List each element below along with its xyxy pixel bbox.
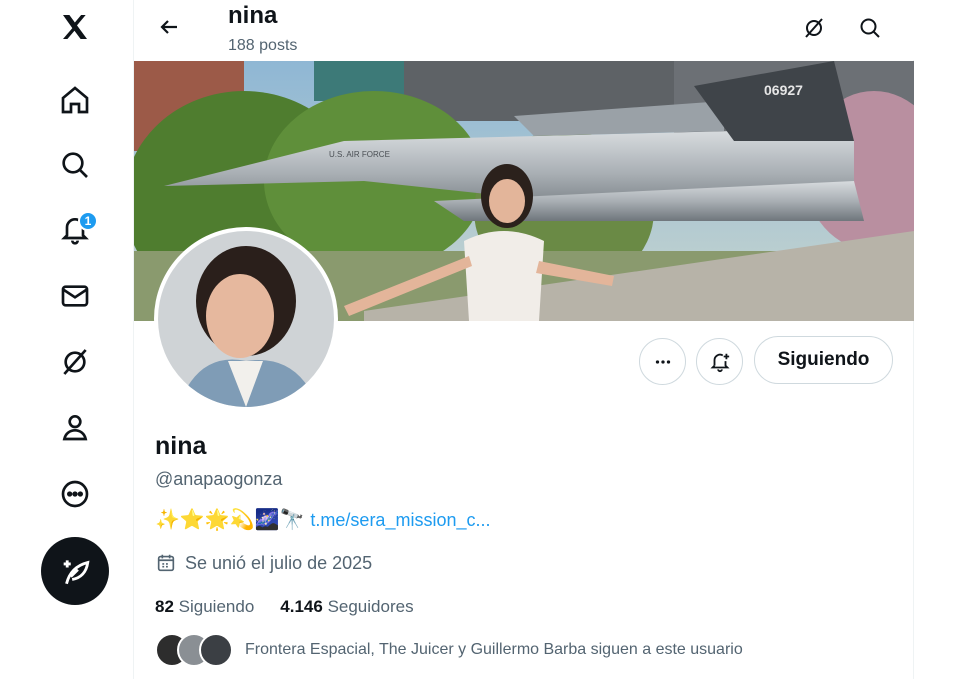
following-count: 82	[155, 597, 174, 616]
left-nav: 1	[0, 0, 134, 679]
follow-stats: 82 Siguiendo 4.146 Seguidores	[155, 597, 414, 617]
following-label: Siguiendo	[178, 597, 255, 616]
search-icon	[860, 18, 880, 38]
join-date-text: Se unió el julio de 2025	[185, 552, 373, 573]
grok-icon	[805, 18, 823, 38]
mutual-followers-text: Frontera Espacial, The Juicer y Guillerm…	[245, 641, 743, 658]
compose-feather-icon	[63, 560, 90, 585]
bio-link[interactable]: t.me/sera_mission_c...	[310, 510, 490, 531]
tail-number: 06927	[764, 82, 803, 98]
grok-button[interactable]	[796, 10, 832, 46]
followers-link[interactable]: 4.146 Seguidores	[280, 597, 413, 617]
compose-button[interactable]	[41, 537, 109, 605]
bio-emojis: ✨⭐🌟💫🌌🔭	[155, 509, 305, 531]
search-icon[interactable]	[48, 138, 102, 192]
profile-header: nina 188 posts	[134, 0, 914, 60]
back-button[interactable]	[152, 10, 186, 44]
search-button[interactable]	[852, 10, 888, 46]
bell-icon[interactable]: 1	[48, 203, 102, 257]
profile-name: nina	[155, 432, 207, 460]
join-date: Se unió el julio de 2025	[155, 552, 372, 574]
arrow-left-icon	[160, 20, 177, 34]
post-count: 188 posts	[228, 37, 298, 54]
profile-main: nina 188 posts 06927 U.S. AIR FORCE Sigu…	[134, 0, 914, 679]
followers-count: 4.146	[280, 597, 323, 616]
header-title: nina	[228, 2, 278, 29]
notification-badge: 1	[78, 211, 98, 231]
mutual-avatars	[155, 633, 233, 667]
home-icon[interactable]	[48, 73, 102, 127]
grok-icon[interactable]	[48, 335, 102, 389]
following-link[interactable]: 82 Siguiendo	[155, 597, 254, 617]
more-horizontal-icon	[655, 359, 670, 364]
calendar-icon	[157, 554, 175, 572]
more-options-button[interactable]	[639, 338, 686, 385]
fuselage-text: U.S. AIR FORCE	[329, 150, 390, 159]
profile-icon[interactable]	[48, 400, 102, 454]
mail-icon[interactable]	[48, 269, 102, 323]
more-icon[interactable]	[48, 467, 102, 521]
avatar[interactable]	[154, 227, 338, 411]
notify-button[interactable]	[696, 338, 743, 385]
profile-bio: ✨⭐🌟💫🌌🔭 t.me/sera_mission_c...	[155, 508, 490, 532]
x-logo-icon[interactable]	[48, 0, 102, 54]
mutual-followers[interactable]: Frontera Espacial, The Juicer y Guillerm…	[155, 633, 743, 667]
followers-label: Seguidores	[327, 597, 414, 616]
mutual-avatar	[199, 633, 233, 667]
bell-plus-icon	[709, 353, 730, 372]
following-button[interactable]: Siguiendo	[754, 336, 893, 384]
profile-handle: @anapaogonza	[155, 469, 283, 489]
